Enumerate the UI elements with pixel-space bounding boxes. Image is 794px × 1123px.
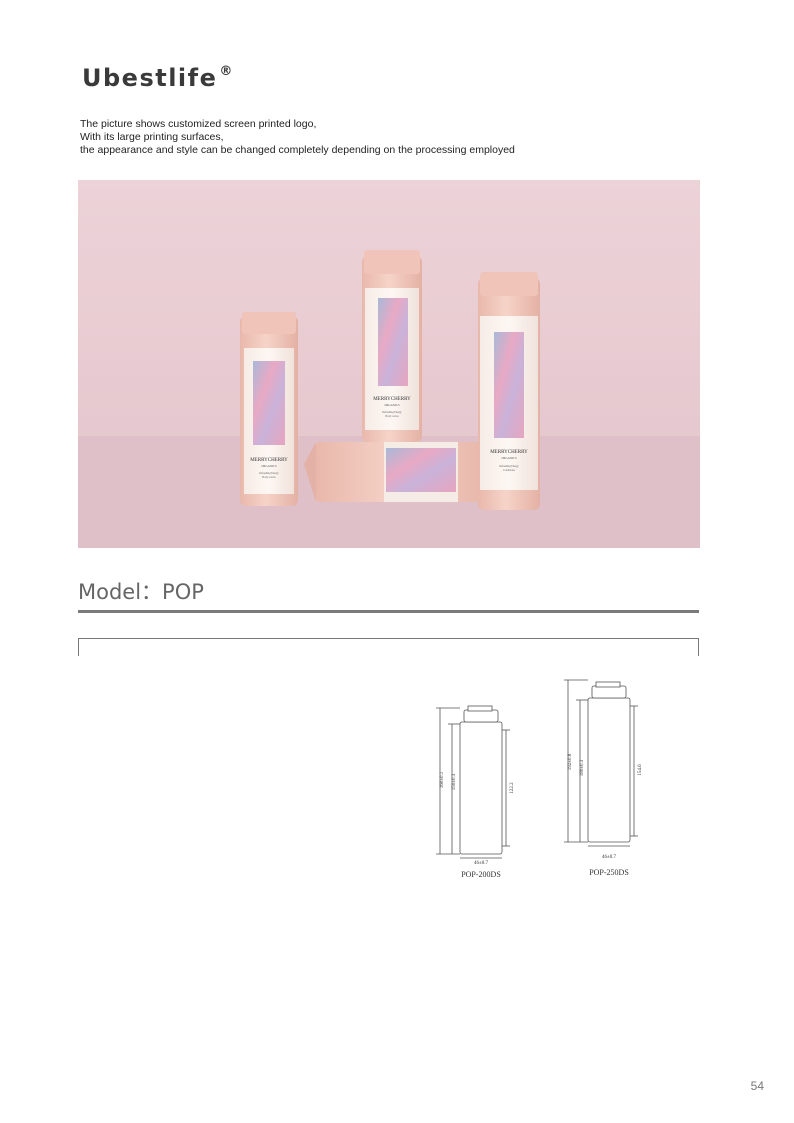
drawing-pop-200ds (436, 705, 510, 859)
product-photo: MERRYCHERRY ORGANICS Refreshing Energy B… (78, 180, 700, 548)
page-number: 54 (750, 1079, 764, 1093)
bottle-right-sub: ORGANICS (501, 456, 517, 460)
pop-250ds-label-height: 154.6 (638, 764, 643, 776)
bottle-left: MERRYCHERRY ORGANICS Refreshing Energy B… (240, 312, 298, 506)
bottle-center-line1: Refreshing Energy (382, 411, 402, 414)
description-line: With its large printing surfaces, (80, 131, 224, 144)
description-line: The picture shows customized screen prin… (80, 118, 317, 130)
pop-200ds-label-height: 122.2 (510, 782, 515, 794)
description-line: the appearance and style can be changed … (80, 144, 515, 157)
bottle-center-brand: MERRYCHERRY (373, 397, 411, 402)
bottle-center: MERRYCHERRY ORGANICS Refreshing Energy B… (362, 250, 422, 442)
model-divider (78, 610, 699, 613)
pop-200ds-width: 46±0.7 (474, 861, 488, 866)
bottle-left-brand: MERRYCHERRY (250, 458, 288, 463)
bottle-left-sub: ORGANICS (261, 464, 277, 468)
pop-200ds-name: POP-200DS (461, 870, 501, 879)
section-bracket (78, 638, 699, 656)
bottle-right-brand: MERRYCHERRY (490, 450, 528, 455)
pop-250ds-name: POP-250DS (589, 868, 629, 877)
brand-logo: Ubestlife ® (82, 64, 234, 92)
pop-200ds-total-height: 160±0.1 (440, 771, 445, 788)
technical-drawings: 160±0.1 150±0.3 122.2 46±0.7 POP-200DS 1… (436, 679, 643, 879)
pop-200ds-body-height: 150±0.3 (452, 773, 457, 790)
bottle-right: MERRYCHERRY ORGANICS Refreshing Energy C… (478, 272, 540, 510)
bottle-lying (304, 442, 501, 502)
brand-name: Ubestlife (82, 64, 218, 92)
registered-mark: ® (219, 64, 234, 79)
bottle-left-line2: Body Lotion (262, 476, 276, 479)
pop-250ds-body-height: 180±0.3 (580, 759, 585, 776)
bottle-right-line2: Conditioner (503, 469, 516, 472)
description: The picture shows customized screen prin… (80, 118, 515, 158)
drawing-pop-250ds (564, 679, 638, 847)
bottle-center-sub: ORGANICS (384, 403, 400, 407)
model-heading: Model：POP (78, 580, 204, 604)
bottle-center-line2: Body Lotion (385, 415, 399, 418)
bottle-right-line1: Refreshing Energy (499, 465, 519, 468)
pop-250ds-width: 46±0.7 (602, 855, 616, 860)
bottle-left-line1: Refreshing Energy (259, 472, 279, 475)
pop-250ds-total-height: 192±0.8 (568, 753, 573, 770)
